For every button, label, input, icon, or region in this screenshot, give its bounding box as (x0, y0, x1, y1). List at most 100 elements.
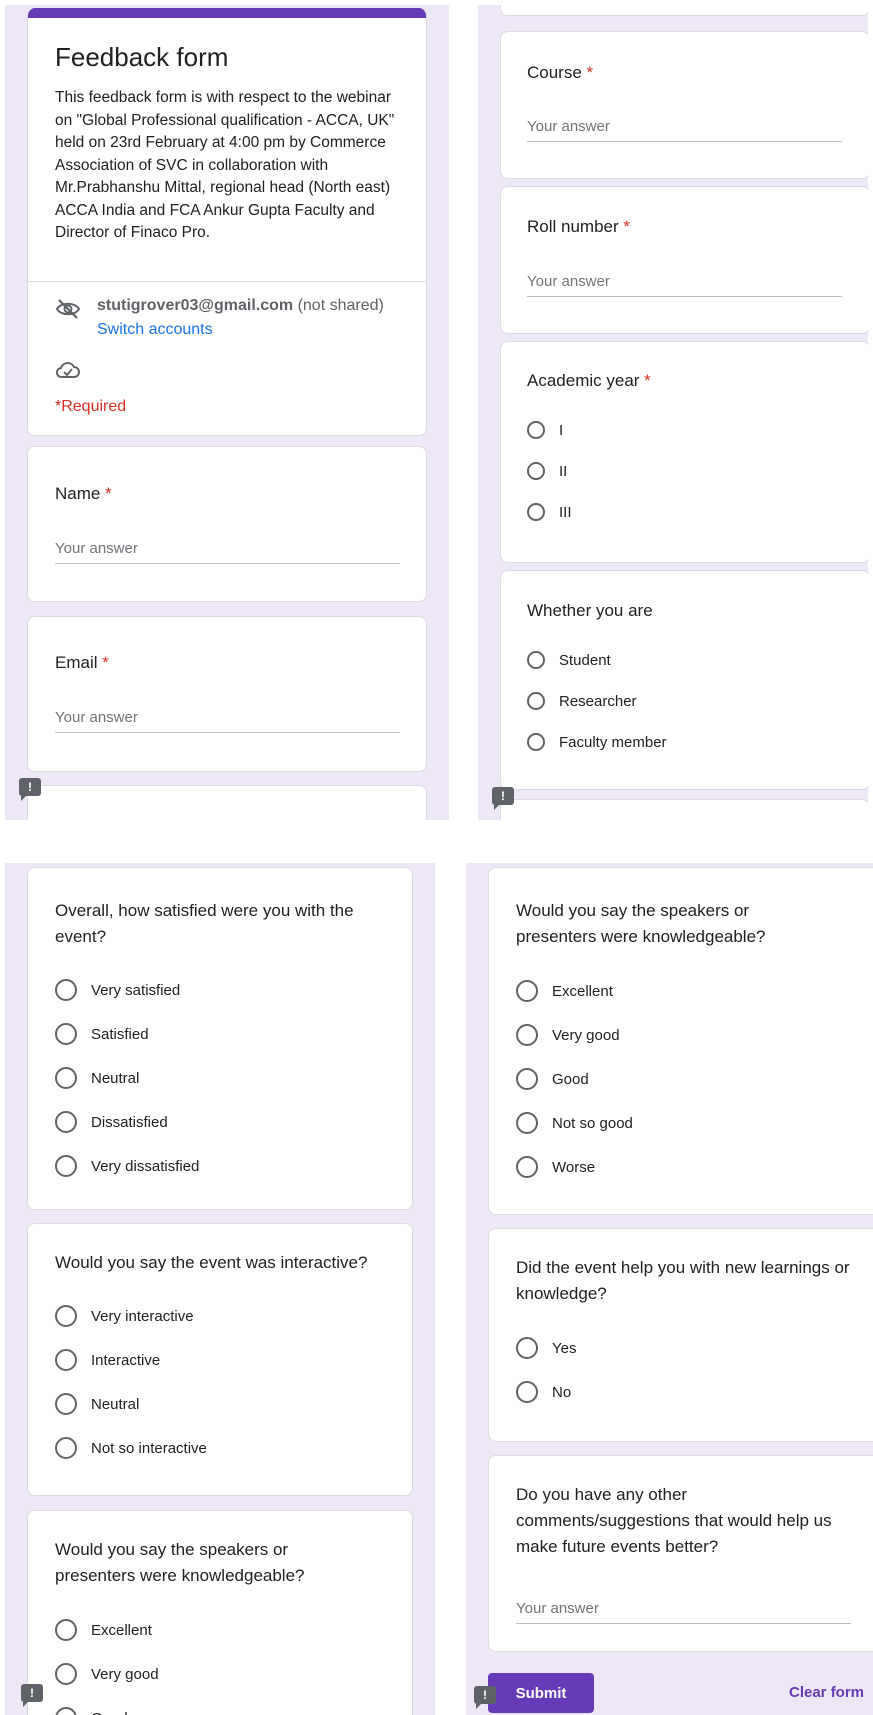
report-feedback-icon[interactable]: ! (492, 787, 514, 810)
option-label: Good (91, 1710, 128, 1715)
question-title-email-text: Email (55, 653, 98, 672)
radio-option[interactable]: Faculty member (527, 730, 667, 754)
report-feedback-icon[interactable]: ! (21, 1684, 43, 1707)
required-note: *Required (55, 398, 127, 415)
radio-button[interactable] (516, 1337, 538, 1359)
radio-option[interactable]: Very interactive (55, 1304, 194, 1328)
radio-button[interactable] (527, 503, 545, 521)
comments-input[interactable]: Your answer (516, 1600, 851, 1624)
option-label: Satisfied (91, 1025, 149, 1043)
question-card-knowledgeable: Would you say the speakers or presenters… (27, 1510, 413, 1715)
radio-button[interactable] (516, 1156, 538, 1178)
radio-button[interactable] (527, 651, 545, 669)
question-title-course: Course * (527, 60, 593, 86)
email-input[interactable]: Your answer (55, 709, 400, 733)
report-feedback-icon[interactable]: ! (474, 1686, 496, 1709)
radio-option[interactable]: Good (55, 1706, 128, 1715)
radio-option[interactable]: Neutral (55, 1392, 139, 1416)
question-title-learnings: Did the event help you with new learning… (516, 1258, 850, 1303)
radio-button[interactable] (55, 1393, 77, 1415)
form-title: Feedback form (55, 42, 229, 72)
radio-option[interactable]: Very good (55, 1662, 159, 1686)
screenshot-panel-2: Course * Your answer Roll number * Your … (478, 5, 868, 820)
clear-form-link[interactable]: Clear form (789, 1684, 864, 1701)
radio-button[interactable] (516, 1381, 538, 1403)
option-label: Not so interactive (91, 1439, 207, 1457)
eye-off-icon (55, 299, 81, 319)
radio-button[interactable] (527, 462, 545, 480)
radio-option[interactable]: Good (516, 1067, 589, 1091)
radio-button[interactable] (527, 692, 545, 710)
radio-option[interactable]: Student (527, 648, 611, 672)
submit-button[interactable]: Submit (488, 1673, 594, 1713)
name-input[interactable]: Your answer (55, 540, 400, 564)
radio-option[interactable]: Very good (516, 1023, 620, 1047)
radio-button[interactable] (55, 1437, 77, 1459)
question-card-knowledgeable-full: Would you say the speakers or presenters… (488, 867, 873, 1215)
radio-option[interactable]: No (516, 1380, 571, 1404)
question-title-academic-year: Academic year * (527, 368, 651, 394)
screenshot-panel-3: Overall, how satisfied were you with the… (5, 863, 435, 1715)
switch-accounts-link[interactable]: Switch accounts (97, 321, 213, 339)
radio-button[interactable] (516, 1024, 538, 1046)
radio-button[interactable] (527, 421, 545, 439)
question-card-name: Name * Your answer (27, 446, 427, 602)
question-card-partial (27, 785, 427, 820)
question-title-email: Email * (55, 650, 109, 676)
radio-option[interactable]: Yes (516, 1336, 576, 1360)
option-label: No (552, 1383, 572, 1401)
option-label: Researcher (559, 692, 637, 710)
option-label: Excellent (91, 1621, 152, 1639)
radio-option[interactable]: Satisfied (55, 1022, 149, 1046)
radio-option[interactable]: Worse (516, 1155, 595, 1179)
question-card-interactive: Would you say the event was interactive?… (27, 1223, 413, 1496)
radio-option[interactable]: I (527, 418, 563, 442)
question-title-whether: Whether you are (527, 601, 653, 620)
report-feedback-icon[interactable]: ! (19, 778, 41, 801)
radio-button[interactable] (55, 1023, 77, 1045)
radio-button[interactable] (55, 1663, 77, 1685)
question-title-interactive: Would you say the event was interactive? (55, 1253, 368, 1272)
radio-option[interactable]: III (527, 500, 572, 524)
required-star: * (623, 217, 631, 236)
radio-button[interactable] (55, 979, 77, 1001)
option-label: Good (552, 1070, 589, 1088)
roll-number-input[interactable]: Your answer (527, 273, 842, 297)
question-card-course: Course * Your answer (500, 31, 868, 179)
cloud-saved-icon (55, 362, 80, 378)
question-title-satisfaction: Overall, how satisfied were you with the… (55, 901, 354, 946)
radio-option[interactable]: II (527, 459, 567, 483)
required-star: * (105, 484, 112, 503)
radio-button[interactable] (55, 1305, 77, 1327)
radio-option[interactable]: Very dissatisfied (55, 1154, 199, 1178)
option-label: III (559, 503, 572, 521)
radio-option[interactable]: Excellent (516, 979, 613, 1003)
radio-button[interactable] (55, 1349, 77, 1371)
radio-button[interactable] (516, 1112, 538, 1134)
radio-option[interactable]: Not so good (516, 1111, 633, 1135)
radio-option[interactable]: Interactive (55, 1348, 160, 1372)
radio-button[interactable] (55, 1155, 77, 1177)
screenshot-panel-4: Would you say the speakers or presenters… (466, 863, 873, 1715)
question-title-name: Name * (55, 481, 112, 507)
radio-option[interactable]: Not so interactive (55, 1436, 207, 1460)
radio-option[interactable]: Excellent (55, 1618, 152, 1642)
radio-button[interactable] (55, 1111, 77, 1133)
question-card-academic-year: Academic year * I II III (500, 341, 868, 563)
radio-button[interactable] (55, 1619, 77, 1641)
radio-option[interactable]: Very satisfied (55, 978, 180, 1002)
required-star: * (102, 653, 109, 672)
radio-button[interactable] (516, 1068, 538, 1090)
option-label: Neutral (91, 1069, 140, 1087)
course-input[interactable]: Your answer (527, 118, 842, 142)
option-label: Student (559, 651, 611, 669)
radio-button[interactable] (527, 733, 545, 751)
question-title-comments: Do you have any other comments/suggestio… (516, 1485, 832, 1556)
radio-option[interactable]: Researcher (527, 689, 637, 713)
radio-option[interactable]: Dissatisfied (55, 1110, 168, 1134)
radio-button[interactable] (55, 1707, 77, 1715)
radio-button[interactable] (516, 980, 538, 1002)
radio-option[interactable]: Neutral (55, 1066, 139, 1090)
question-title-knowledgeable: Would you say the speakers or presenters… (55, 1540, 305, 1585)
radio-button[interactable] (55, 1067, 77, 1089)
